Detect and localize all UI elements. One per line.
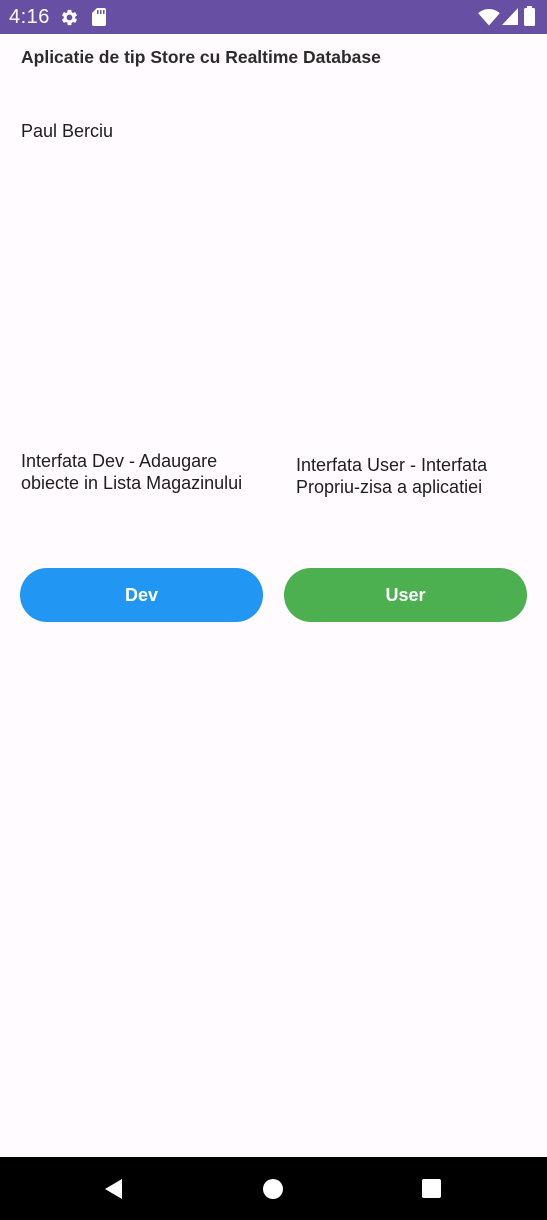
status-time: 4:16: [9, 6, 50, 28]
back-icon[interactable]: [102, 1177, 126, 1201]
user-button-label: User: [385, 584, 426, 605]
dev-button[interactable]: Dev: [20, 568, 263, 622]
dev-description: Interfata Dev - Adaugare obiecte in List…: [21, 451, 243, 493]
user-button[interactable]: User: [284, 568, 527, 622]
signal-icon: [502, 8, 518, 25]
status-bar: 4:16: [0, 0, 547, 34]
home-icon[interactable]: [262, 1178, 284, 1200]
gear-icon: [62, 9, 77, 26]
user-description: Interfata User - Interfata Propriu-zisa …: [296, 455, 488, 497]
wifi-icon: [478, 9, 500, 26]
sd-card-icon: [92, 8, 106, 26]
author-name: Paul Berciu: [21, 121, 114, 141]
navigation-bar: [0, 1157, 547, 1220]
battery-icon: [524, 6, 535, 26]
app-title: Aplicatie de tip Store cu Realtime Datab…: [21, 47, 381, 67]
recents-icon[interactable]: [421, 1178, 442, 1199]
dev-button-label: Dev: [124, 584, 159, 605]
